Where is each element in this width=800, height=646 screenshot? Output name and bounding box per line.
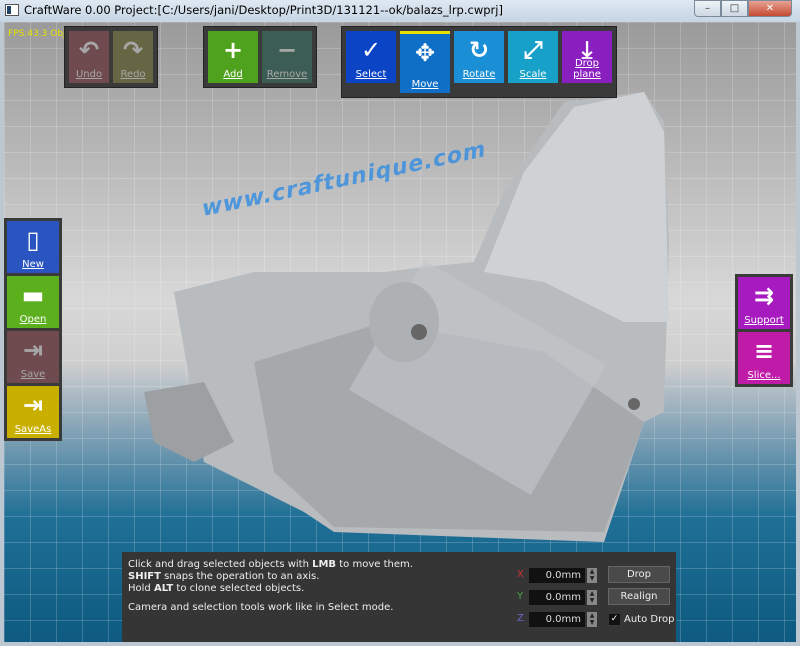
save-as-icon: ⇥	[22, 391, 44, 419]
auto-drop-checkbox[interactable]: ✓	[609, 614, 620, 625]
undo-icon: ↶	[78, 36, 100, 64]
model-mesh[interactable]	[4, 22, 796, 642]
z-label: Z	[517, 613, 524, 624]
window-title: CraftWare 0.00 Project:[C:/Users/jani/De…	[24, 3, 503, 17]
select-icon: ✓	[360, 36, 382, 64]
select-tool-button[interactable]: ✓ Select	[346, 31, 396, 83]
rotate-icon: ↻	[468, 36, 490, 64]
maximize-button[interactable]: □	[721, 0, 748, 17]
new-button[interactable]: ▯ New	[7, 221, 59, 273]
close-button[interactable]: ✕	[748, 0, 792, 17]
scale-icon: ⤢	[523, 36, 543, 64]
title-bar: CraftWare 0.00 Project:[C:/Users/jani/De…	[0, 0, 800, 22]
plus-icon: +	[222, 36, 244, 64]
x-input[interactable]: 0.0mm	[529, 568, 585, 583]
open-button[interactable]: ▬ Open	[7, 276, 59, 328]
move-tool-button[interactable]: ✥ Move	[400, 31, 450, 93]
y-spinner[interactable]: ▲ ▼	[587, 590, 597, 605]
support-button[interactable]: ⇉ Support	[738, 277, 790, 329]
slice-icon: ≡	[753, 337, 775, 365]
tools-group: ✓ Select ✥ Move ↻ Rotate ⤢ Scale ⤓ Drop plane	[341, 26, 617, 98]
history-group: ↶ Undo ↷ Redo	[64, 26, 158, 88]
undo-button[interactable]: ↶ Undo	[69, 31, 109, 83]
y-label: Y	[517, 591, 524, 602]
save-icon: ⇥	[22, 336, 44, 364]
minus-icon: −	[276, 36, 298, 64]
redo-button[interactable]: ↷ Redo	[113, 31, 153, 83]
x-label: X	[517, 569, 524, 580]
minimize-button[interactable]: –	[694, 0, 721, 17]
move-tool-panel: Click and drag selected objects with LMB…	[122, 552, 676, 642]
app-icon	[5, 4, 19, 16]
object-group: + Add − Remove	[203, 26, 317, 88]
save-button[interactable]: ⇥ Save	[7, 331, 59, 383]
auto-drop-label: Auto Drop	[624, 614, 675, 625]
3d-viewport[interactable]: www.craftunique.com FPS:43.3 Objs:1 Tris…	[4, 22, 796, 642]
slice-group: ⇉ Support ≡ Slice...	[735, 274, 793, 387]
remove-button[interactable]: − Remove	[262, 31, 312, 83]
move-icon: ✥	[414, 39, 436, 67]
x-spinner[interactable]: ▲ ▼	[587, 568, 597, 583]
z-spinner[interactable]: ▲ ▼	[587, 612, 597, 627]
y-input[interactable]: 0.0mm	[529, 590, 585, 605]
support-icon: ⇉	[753, 282, 775, 310]
folder-icon: ▬	[21, 281, 45, 309]
add-button[interactable]: + Add	[208, 31, 258, 83]
z-input[interactable]: 0.0mm	[529, 612, 585, 627]
drop-plane-button[interactable]: ⤓ Drop plane	[562, 31, 612, 83]
drop-button[interactable]: Drop	[608, 566, 670, 583]
file-group: ▯ New ▬ Open ⇥ Save ⇥ SaveAs	[4, 218, 62, 441]
redo-icon: ↷	[122, 36, 144, 64]
scale-tool-button[interactable]: ⤢ Scale	[508, 31, 558, 83]
rotate-tool-button[interactable]: ↻ Rotate	[454, 31, 504, 83]
new-file-icon: ▯	[26, 226, 40, 254]
save-as-button[interactable]: ⇥ SaveAs	[7, 386, 59, 438]
realign-button[interactable]: Realign	[608, 588, 670, 605]
slice-button[interactable]: ≡ Slice...	[738, 332, 790, 384]
